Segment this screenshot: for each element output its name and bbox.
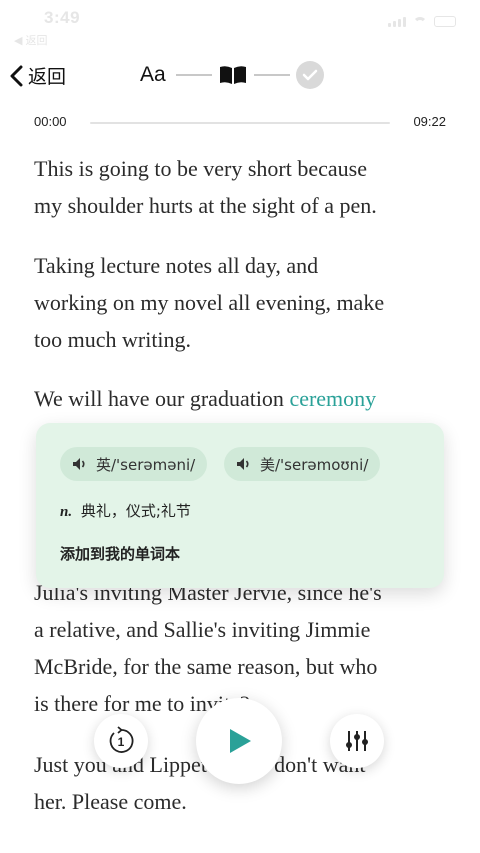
replay-seconds: 1 — [118, 735, 125, 749]
font-settings-step[interactable]: Aa — [140, 63, 170, 87]
paragraph: This is going to be very short because m… — [34, 150, 446, 224]
status-time: 3:49 — [44, 8, 81, 27]
text-line: McBride, for the same reason, but who — [34, 654, 378, 679]
step-divider — [254, 74, 290, 76]
word-definition: n. 典礼，仪式;礼节 — [60, 500, 191, 521]
text-line: Taking lecture notes all day, and — [34, 253, 319, 278]
text-line: We will have our graduation ceremony — [34, 380, 446, 417]
play-icon — [230, 729, 251, 753]
book-icon[interactable] — [218, 64, 248, 86]
nav-bar: 返回 Aa — [0, 52, 480, 100]
paragraph: Taking lecture notes all day, and workin… — [34, 247, 446, 358]
text-line: This is going to be very short because — [34, 156, 367, 181]
audio-progress: 00:00 09:22 — [34, 114, 446, 134]
total-time: 09:22 — [413, 114, 446, 129]
complete-step[interactable] — [296, 61, 324, 89]
status-icons — [388, 16, 456, 27]
equalizer-icon — [346, 731, 368, 751]
paragraph: We will have our graduation ceremony — [34, 380, 446, 417]
us-pronunciation-button[interactable]: 美/'serəmoʊni/ — [224, 447, 381, 481]
replay-button[interactable]: 1 — [94, 714, 148, 768]
reading-steps: Aa — [140, 61, 324, 89]
progress-slider[interactable] — [90, 122, 390, 124]
battery-icon — [434, 16, 456, 27]
back-button[interactable]: 返回 — [8, 62, 66, 89]
speaker-icon — [73, 458, 85, 470]
uk-pronunciation-button[interactable]: 英/'serəməni/ — [60, 447, 208, 481]
speaker-icon — [237, 458, 249, 470]
text-line: working on my novel all evening, make — [34, 290, 385, 315]
replay-icon: 1 — [109, 726, 134, 753]
selected-word[interactable]: ceremony — [289, 386, 376, 411]
audio-settings-button[interactable] — [330, 714, 384, 768]
us-pronunciation: 美/'serəmoʊni/ — [260, 455, 369, 474]
wifi-icon — [413, 17, 427, 27]
text-line: my shoulder hurts at the sight of a pen. — [34, 193, 377, 218]
chevron-left-icon — [10, 65, 23, 86]
back-label: 返回 — [28, 66, 67, 88]
check-icon — [302, 69, 318, 81]
word-definition-popup: 英/'serəməni/ 美/'serəmoʊni/ n. 典礼，仪式;礼节 添… — [36, 423, 444, 588]
play-button[interactable] — [196, 698, 282, 784]
text-line: her. Please come. — [34, 789, 187, 814]
text-line: a relative, and Sallie's inviting Jimmie — [34, 617, 371, 642]
definition-text: 典礼，仪式;礼节 — [80, 502, 191, 520]
status-back-to-app[interactable]: ◀ 返回 — [14, 32, 48, 48]
part-of-speech: n. — [60, 504, 73, 520]
step-divider — [176, 74, 212, 76]
add-to-vocabulary-button[interactable]: 添加到我的单词本 — [60, 543, 180, 564]
status-bar: 3:49 ◀ 返回 — [0, 0, 480, 48]
cellular-signal-icon — [388, 17, 406, 27]
uk-pronunciation: 英/'serəməni/ — [96, 455, 196, 474]
text-segment: We will have our graduation — [34, 386, 290, 411]
text-line: too much writing. — [34, 327, 192, 352]
current-time: 00:00 — [34, 114, 67, 129]
